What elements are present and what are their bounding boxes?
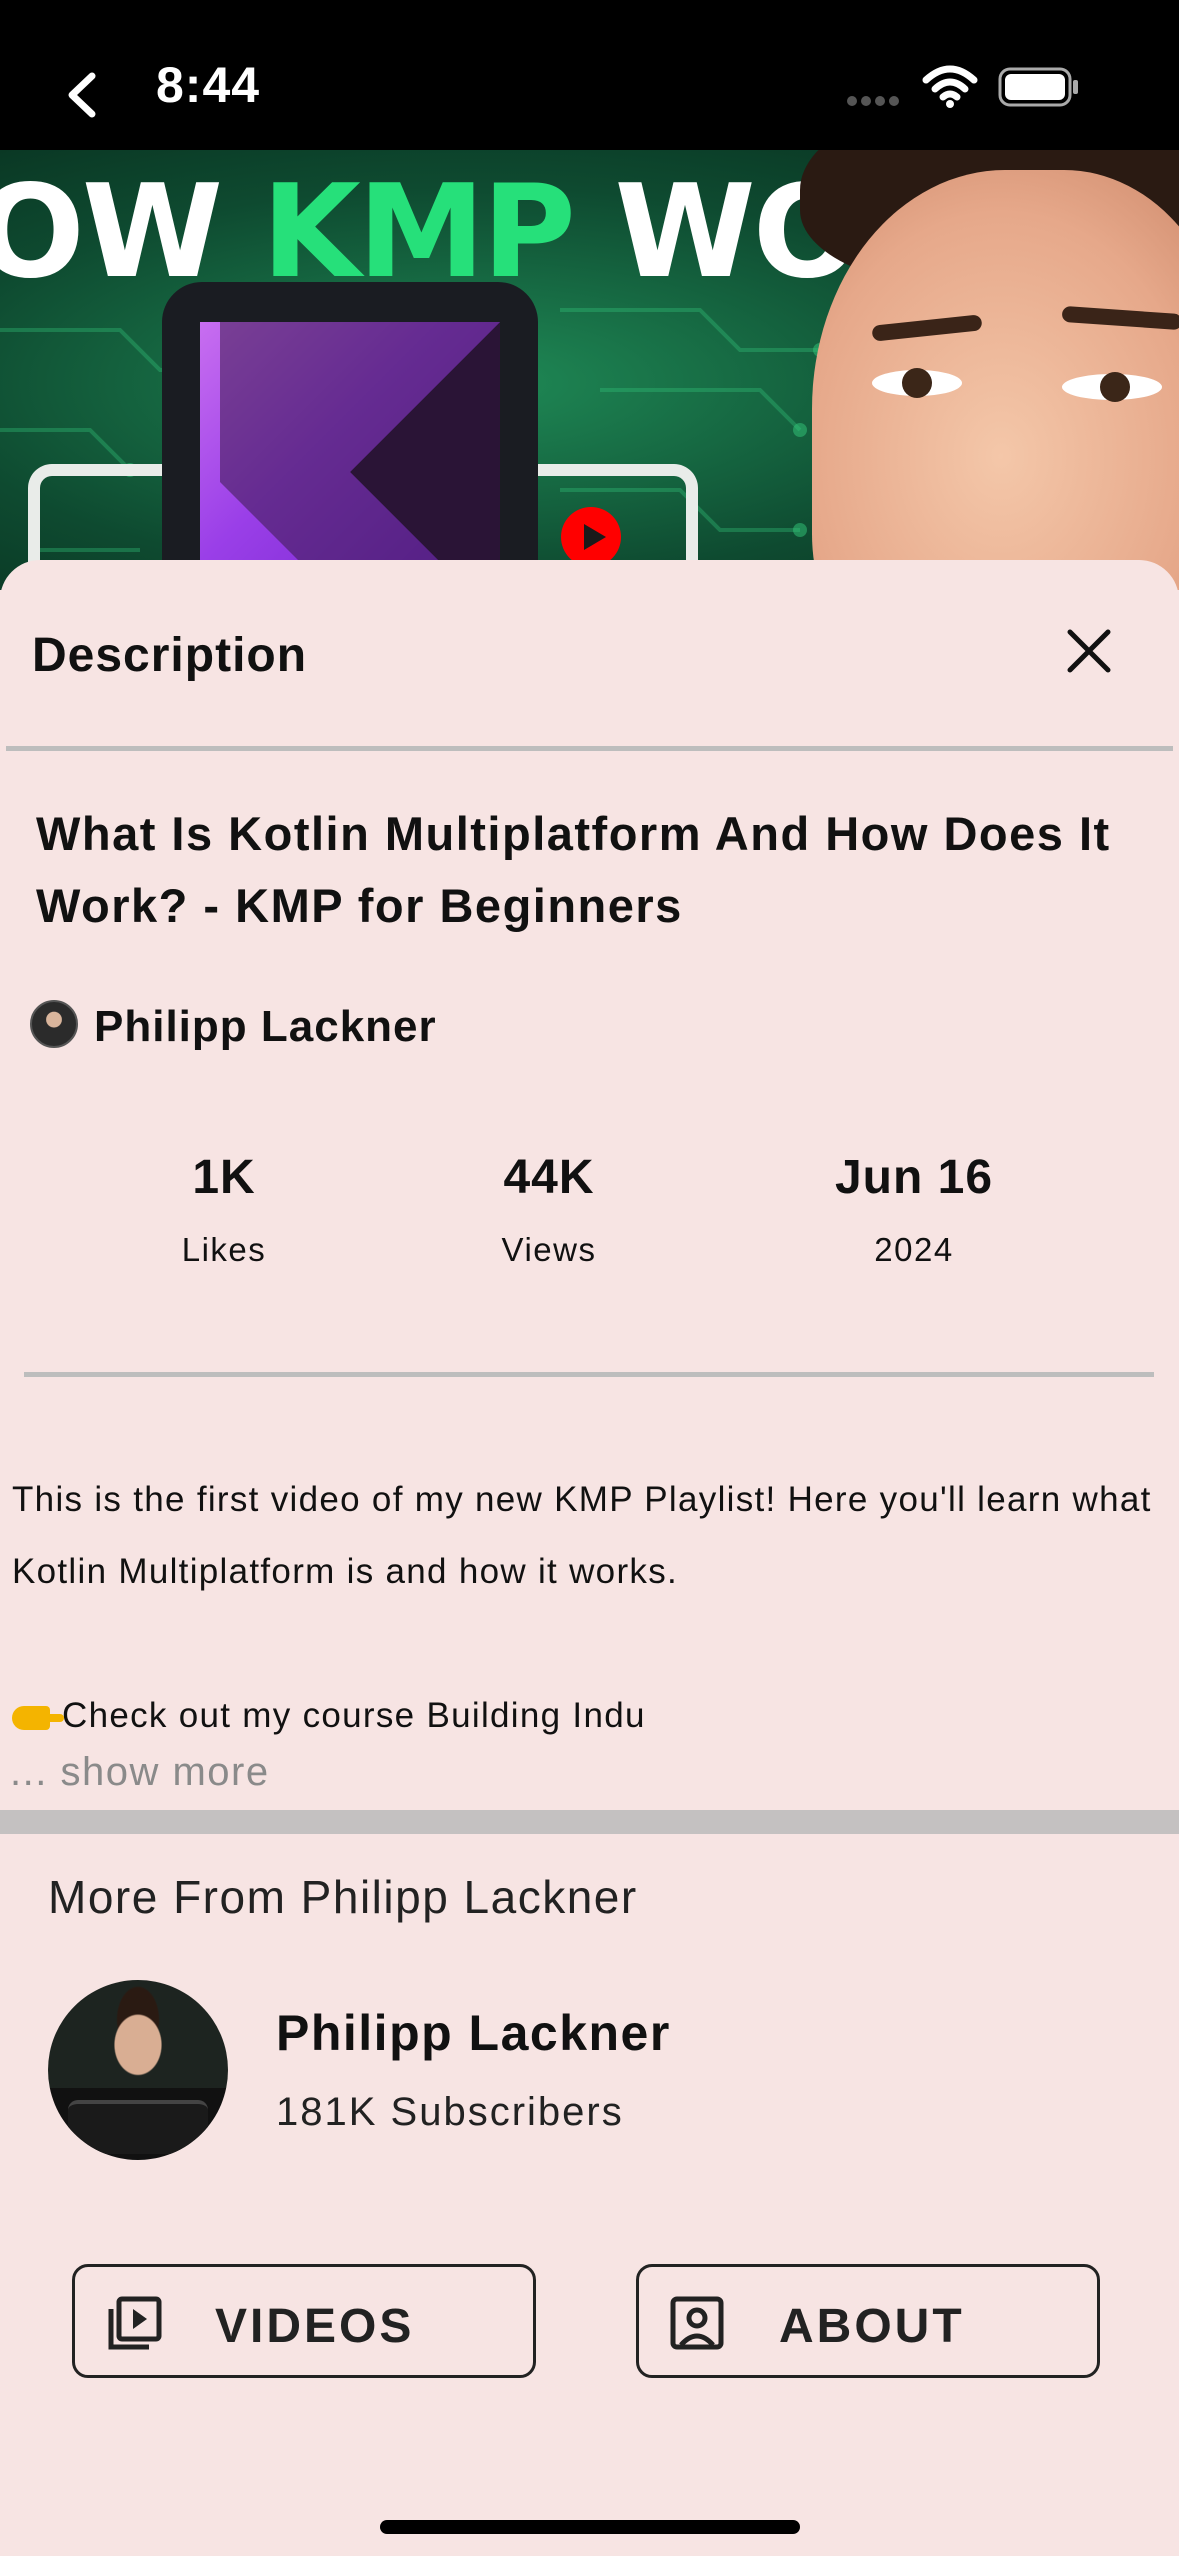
- sheet-title: Description: [32, 629, 308, 682]
- channel-name-large[interactable]: Philipp Lackner: [276, 2004, 671, 2062]
- stat-label: Likes: [181, 1231, 267, 1268]
- divider: [6, 746, 1173, 751]
- sheet-header: Description: [0, 560, 1179, 750]
- wifi-icon: [922, 65, 978, 108]
- pointing-hand-icon: [12, 1705, 64, 1730]
- kotlin-logo-icon: [220, 322, 500, 590]
- play-badge-icon: [561, 507, 621, 567]
- description-paragraph: Check out my course Building Indu: [12, 1680, 1172, 1752]
- channel-avatar: [30, 1000, 78, 1048]
- section-divider: [0, 1810, 1179, 1834]
- stat-value: 44K: [503, 1151, 595, 1204]
- stat-likes: 1K Likes: [74, 1150, 374, 1269]
- back-chevron-icon[interactable]: [62, 70, 102, 120]
- close-icon[interactable]: [1064, 626, 1114, 676]
- subscriber-count: 181K Subscribers: [276, 2090, 624, 2134]
- status-bar: 8:44: [0, 0, 1179, 150]
- account-box-icon: [670, 2296, 724, 2350]
- description-paragraph: This is the first video of my new KMP Pl…: [12, 1480, 1152, 1591]
- status-time: 8:44: [156, 57, 261, 113]
- about-button-label: ABOUT: [779, 2300, 965, 2353]
- videos-button[interactable]: VIDEOS: [72, 2264, 536, 2378]
- stat-label: 2024: [874, 1231, 954, 1268]
- about-button[interactable]: ABOUT: [636, 2264, 1100, 2378]
- description-text: This is the first video of my new KMP Pl…: [12, 1464, 1172, 1752]
- channel-name: Philipp Lackner: [94, 1002, 437, 1051]
- signal-icon: [847, 96, 899, 106]
- stat-label: Views: [501, 1231, 597, 1268]
- stat-date: Jun 16 2024: [764, 1150, 1064, 1269]
- stat-views: 44K Views: [399, 1150, 699, 1269]
- videos-button-label: VIDEOS: [215, 2300, 415, 2353]
- show-more-link[interactable]: ... show more: [10, 1750, 270, 1795]
- video-title: What Is Kotlin Multiplatform And How Doe…: [36, 807, 1111, 932]
- home-indicator[interactable]: [380, 2520, 800, 2534]
- divider: [24, 1372, 1154, 1377]
- battery-icon: [998, 67, 1078, 107]
- video-library-icon: [108, 2296, 162, 2350]
- channel-avatar-large[interactable]: [48, 1980, 228, 2160]
- description-sheet: Description What Is Kotlin Multiplatform…: [0, 560, 1179, 2556]
- video-thumbnail[interactable]: OW KMP WORKS: [0, 130, 1179, 590]
- more-from-heading: More From Philipp Lackner: [48, 1871, 638, 1923]
- stat-value: Jun 16: [834, 1151, 994, 1204]
- stat-value: 1K: [192, 1151, 256, 1204]
